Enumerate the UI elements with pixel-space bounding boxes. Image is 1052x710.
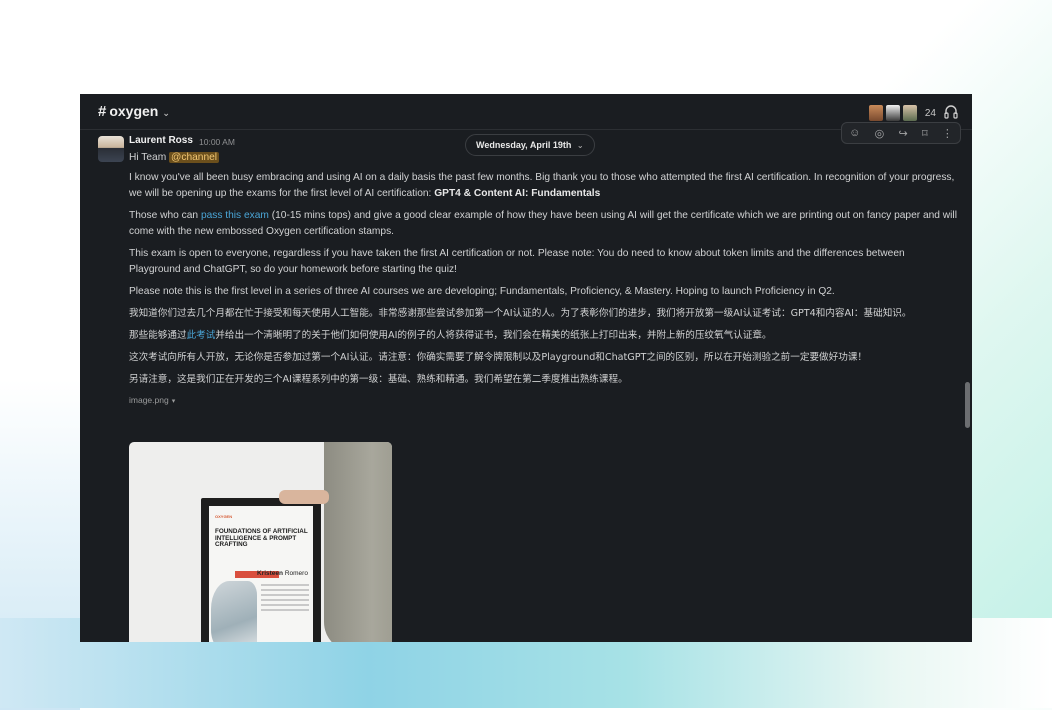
message-actions-toolbar: ☺ ◎ ↪ ⌑ ⋮ [841,122,961,144]
certificate-text-lines [261,584,309,614]
channel-name-button[interactable]: # oxygen ⌄ [98,103,170,120]
slack-window: # oxygen ⌄ 24 ☺ ◎ ↪ ⌑ ⋮ Wednesday, April 1… [80,94,972,642]
message-timestamp[interactable]: 10:00 AM [199,137,235,147]
sender-avatar[interactable] [98,136,124,162]
recipient-last: Romero [284,570,308,577]
greeting-line: Hi Team @channel [129,150,959,166]
certification-name: GPT4 & Content AI: Fundamentals [434,188,601,199]
paragraph-zh-2-post: 并给出一个清晰明了的关于他们如何使用AI的例子的人将获得证书，我们会在精美的纸张… [215,330,772,341]
paragraph-zh-3: 这次考试向所有人开放，无论你是否参加过第一个AI认证。请注意：你确实需要了解令牌… [129,352,868,363]
member-count: 24 [924,107,936,119]
channel-header: # oxygen ⌄ 24 [80,94,972,130]
paragraph-zh-2: 那些能够通过此考试并给出一个清晰明了的关于他们如何使用AI的例子的人将获得证书，… [129,328,959,344]
attachment-filename[interactable]: image.png ▾ [129,392,959,410]
chevron-down-icon: ⌄ [162,108,170,118]
caret-down-icon: ▾ [171,398,176,405]
scrollbar-thumb[interactable] [965,382,970,428]
exam-link-zh[interactable]: 此考试 [187,330,216,341]
paragraph-3: This exam is open to everyone, regardles… [129,248,905,275]
hash-icon: # [98,103,107,120]
date-label: Wednesday, April 19th [476,140,572,150]
paragraph-2-pre: Those who can [129,210,199,221]
file-name: image.png [129,395,169,405]
paragraph-zh-2-pre: 那些能够通过 [129,330,187,341]
exam-link[interactable]: pass this exam [201,210,269,221]
chevron-down-icon: ⌄ [576,141,584,150]
paragraph-4: Please note this is the first level in a… [129,286,835,297]
more-actions-icon[interactable]: ⋮ [942,127,953,140]
certificate-title: FOUNDATIONS OF ARTIFICIAL INTELLIGENCE &… [215,528,308,548]
headphones-icon[interactable] [942,103,960,121]
greeting-text: Hi Team [129,152,167,163]
channel-name: oxygen [109,103,159,119]
paragraph-zh-1: 我知道你们过去几个月都在忙于接受和每天使用人工智能。非常感谢那些尝试参加第一个A… [129,308,912,319]
certificate-recipient: Kristeen Romero [257,570,308,577]
certificate-logo: OXYGEN [215,514,233,519]
save-bookmark-icon[interactable]: ⌑ [922,127,928,140]
reply-in-thread-icon[interactable]: ◎ [875,127,885,140]
sleeve-shape [324,442,392,642]
paragraph-1: I know you've all been busy embracing an… [129,170,959,202]
sender-name[interactable]: Laurent Ross [129,135,193,146]
paragraph-2: Those who can pass this exam (10-15 mins… [129,208,959,240]
paragraph-zh-4: 另请注意，这是我们正在开发的三个AI课程系列中的第一级：基础、熟练和精通。我们希… [129,374,628,385]
member-avatar [884,104,901,122]
channel-mention[interactable]: @channel [169,152,220,163]
image-attachment[interactable]: OXYGEN FOUNDATIONS OF ARTIFICIAL INTELLI… [129,442,392,642]
share-message-icon[interactable]: ↪ [898,127,907,140]
hand-shape [279,490,329,504]
message-body: Hi Team @channel I know you've all been … [129,150,959,410]
add-reaction-icon[interactable]: ☺ [849,127,860,139]
member-avatar [901,104,918,122]
channel-members-button[interactable]: 24 [867,103,936,123]
recipient-first: Kristeen [257,570,284,577]
certificate-face-graphic [211,581,257,642]
member-avatar [867,104,884,122]
